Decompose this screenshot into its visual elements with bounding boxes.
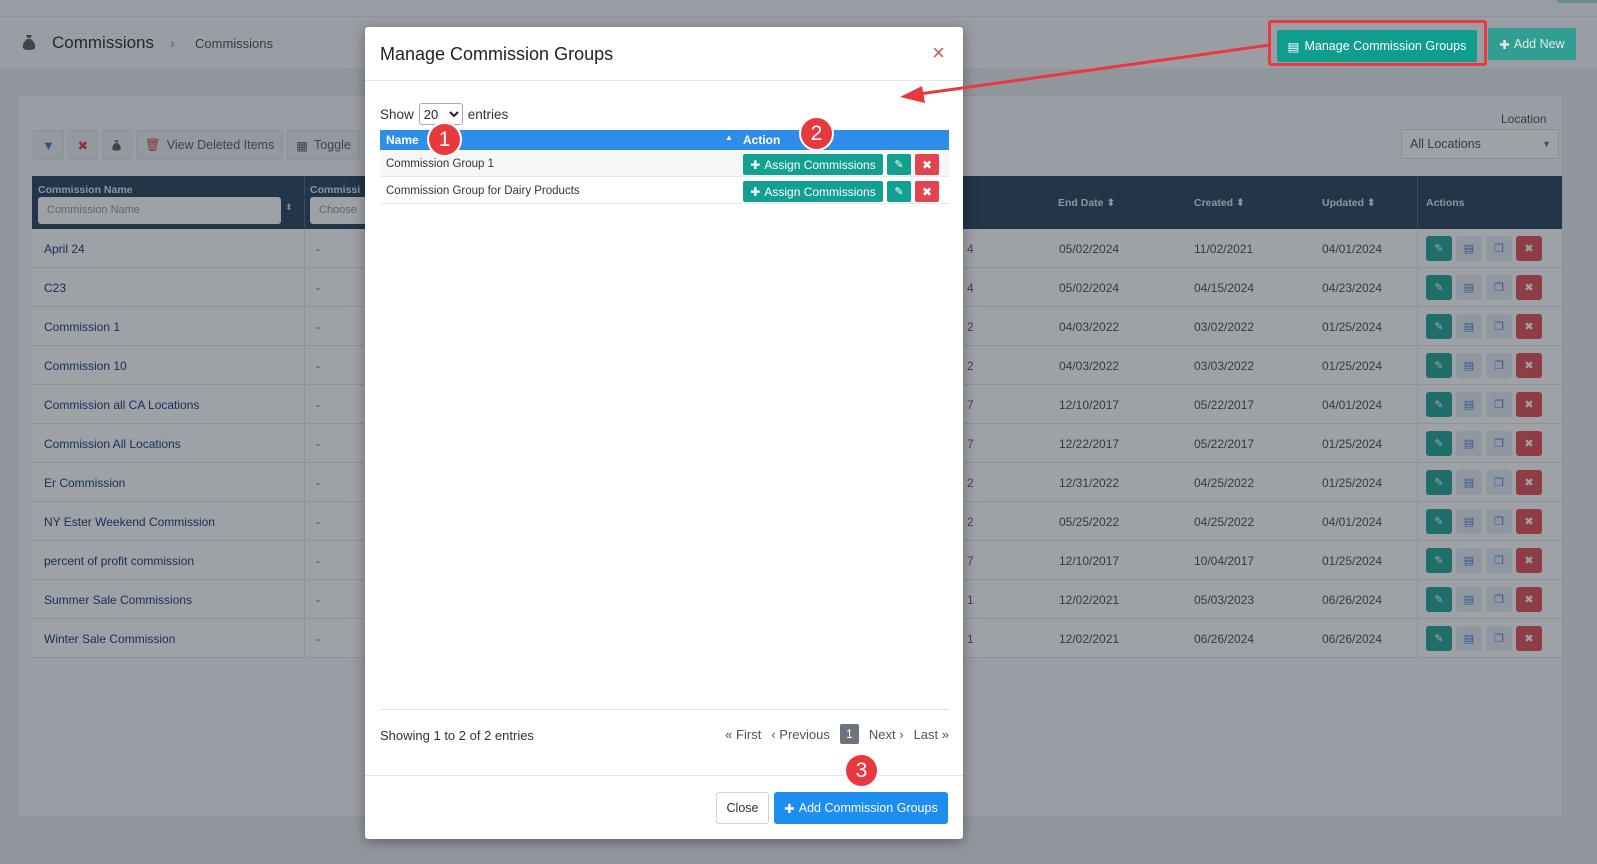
groups-table-body: Commission Group 1 ✚ Assign Commissions ✎ ✖ C… <box>380 150 949 204</box>
step-badge-2: 2 <box>799 116 834 151</box>
edit-group-button[interactable]: ✎ <box>887 181 911 202</box>
chevron-right-icon: › <box>899 726 904 742</box>
close-icon[interactable]: × <box>932 40 945 66</box>
close-button[interactable]: Close <box>716 792 769 824</box>
group-row: Commission Group 1 ✚ Assign Commissions ✎ ✖ <box>380 150 949 177</box>
close-icon: ✖ <box>921 157 933 172</box>
step-badge-3: 3 <box>844 753 879 788</box>
pagination-first-label: First <box>736 726 762 742</box>
show-label: Show <box>380 106 414 122</box>
pencil-icon: ✎ <box>894 159 904 171</box>
highlight-box <box>1268 20 1487 66</box>
pagination-previous-label: Previous <box>779 726 830 742</box>
plus-icon: ✚ <box>1499 37 1510 52</box>
column-action: Action <box>743 133 781 147</box>
add-new-label: Add New <box>1513 37 1565 51</box>
plus-icon: ✚ <box>784 801 795 816</box>
double-chevron-right-icon: » <box>941 726 949 742</box>
double-chevron-left-icon: « <box>725 726 733 742</box>
add-new-button[interactable]: ✚ Add New <box>1488 28 1576 60</box>
group-name: Commission Group 1 <box>386 158 495 170</box>
pagination-first[interactable]: « First <box>725 727 761 742</box>
delete-group-button[interactable]: ✖ <box>915 181 939 202</box>
add-commission-groups-label: Add Commission Groups <box>798 801 938 815</box>
pagination-next-label: Next <box>868 726 896 742</box>
pagination-last[interactable]: Last » <box>914 727 949 742</box>
pagination-next[interactable]: Next › <box>869 727 904 742</box>
entries-label: entries <box>467 106 509 122</box>
pagination-last-label: Last <box>913 726 939 742</box>
column-name[interactable]: Name <box>386 133 419 147</box>
assign-commissions-button[interactable]: ✚ Assign Commissions <box>743 154 883 175</box>
group-name: Commission Group for Dairy Products <box>386 185 580 197</box>
sort-up-icon[interactable]: ▲ <box>725 133 733 142</box>
plus-icon: ✚ <box>750 157 761 172</box>
close-icon: ✖ <box>921 184 933 199</box>
assign-commissions-label: Assign Commissions <box>764 184 876 199</box>
assign-commissions-button[interactable]: ✚ Assign Commissions <box>743 181 883 202</box>
groups-table-header: Name ▲ Action <box>380 130 949 150</box>
edit-group-button[interactable]: ✎ <box>887 154 911 175</box>
pagination-current-page[interactable]: 1 <box>839 724 859 744</box>
pagination-previous[interactable]: ‹ Previous <box>771 727 830 742</box>
plus-icon: ✚ <box>750 184 761 199</box>
assign-commissions-label: Assign Commissions <box>764 157 876 172</box>
divider <box>365 80 963 81</box>
table-info: Showing 1 to 2 of 2 entries <box>380 728 534 743</box>
step-badge-1: 1 <box>427 122 462 157</box>
group-row: Commission Group for Dairy Products ✚ Assi… <box>380 177 949 204</box>
add-commission-groups-button[interactable]: ✚ Add Commission Groups <box>774 792 948 824</box>
pagination: « First ‹ Previous 1 Next › Last » <box>725 724 949 744</box>
divider <box>380 709 949 710</box>
chevron-left-icon: ‹ <box>771 726 776 742</box>
groups-table: Name ▲ Action Commission Group 1 ✚ Assign … <box>380 130 949 204</box>
delete-group-button[interactable]: ✖ <box>915 154 939 175</box>
pencil-icon: ✎ <box>894 186 904 198</box>
modal-title: Manage Commission Groups <box>380 44 614 64</box>
